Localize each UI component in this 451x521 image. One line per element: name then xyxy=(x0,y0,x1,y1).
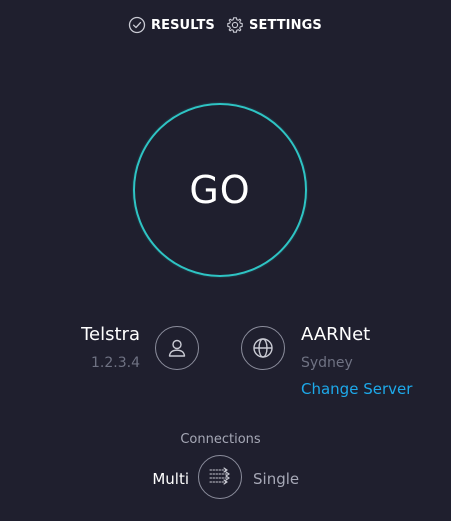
user-icon-glyph xyxy=(168,339,186,357)
results-label: RESULTS xyxy=(151,17,215,33)
connections-arrows-glyph xyxy=(209,467,230,485)
check-circle-icon xyxy=(128,16,146,34)
change-server-link[interactable]: Change Server xyxy=(301,380,412,398)
gear-icon xyxy=(227,17,243,33)
server-location: Sydney xyxy=(301,355,353,371)
user-icon xyxy=(155,326,199,370)
server-name: AARNet xyxy=(301,324,371,345)
isp-name: Telstra xyxy=(81,324,140,345)
connections-arrows-icon[interactable] xyxy=(198,455,242,499)
settings-link[interactable]: SETTINGS xyxy=(226,14,322,36)
globe-icon-glyph xyxy=(253,338,273,358)
settings-label: SETTINGS xyxy=(249,17,322,33)
connections-multi-option[interactable]: Multi xyxy=(152,470,189,488)
connections-single-option[interactable]: Single xyxy=(253,470,299,488)
go-button[interactable]: GO xyxy=(133,103,307,277)
results-link[interactable]: RESULTS xyxy=(128,14,215,36)
connections-title: Connections xyxy=(180,432,261,447)
go-label: GO xyxy=(189,168,251,212)
top-nav: RESULTS SETTINGS xyxy=(0,14,451,36)
isp-ip-address: 1.2.3.4 xyxy=(91,355,140,371)
globe-icon[interactable] xyxy=(241,326,285,370)
